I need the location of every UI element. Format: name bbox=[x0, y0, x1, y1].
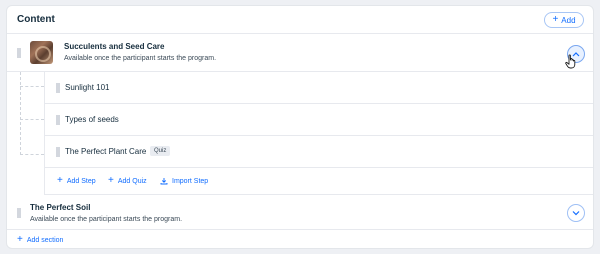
add-button-label: Add bbox=[561, 15, 576, 25]
drag-handle-icon[interactable] bbox=[56, 147, 60, 157]
step-label: The Perfect Plant Care bbox=[65, 147, 147, 156]
add-quiz-label: Add Quiz bbox=[117, 177, 147, 185]
add-step-label: Add Step bbox=[66, 177, 96, 185]
plus-icon: + bbox=[57, 175, 63, 186]
step-label: Sunlight 101 bbox=[65, 83, 110, 92]
drag-handle-icon[interactable] bbox=[17, 48, 21, 58]
step-label: Types of seeds bbox=[65, 115, 119, 124]
add-step-button[interactable]: + Add Step bbox=[57, 175, 96, 186]
section-row[interactable]: Succulents and Seed Care Available once … bbox=[7, 34, 593, 72]
tree-branch bbox=[20, 154, 44, 155]
import-step-label: Import Step bbox=[172, 177, 209, 185]
section-subtitle: Available once the participant starts th… bbox=[30, 216, 183, 223]
expand-button[interactable] bbox=[567, 204, 585, 222]
add-quiz-button[interactable]: + Add Quiz bbox=[108, 175, 147, 186]
step-actions: + Add Step + Add Quiz Import Step bbox=[44, 168, 593, 195]
step-row[interactable]: The Perfect Plant Care Quiz bbox=[44, 136, 593, 168]
plus-icon: + bbox=[17, 234, 23, 245]
plus-icon: + bbox=[552, 14, 559, 25]
section-title: The Perfect Soil bbox=[30, 203, 91, 212]
tree-branch bbox=[20, 86, 44, 87]
section-title: Succulents and Seed Care bbox=[64, 42, 165, 51]
section-thumbnail bbox=[30, 41, 53, 64]
drag-handle-icon[interactable] bbox=[56, 115, 60, 125]
content-panel: Content + Add Succulents and Seed Care A… bbox=[6, 5, 594, 249]
step-row[interactable]: Types of seeds bbox=[44, 104, 593, 136]
import-step-button[interactable]: Import Step bbox=[160, 177, 208, 185]
drag-handle-icon[interactable] bbox=[56, 83, 60, 93]
download-icon bbox=[160, 178, 168, 185]
panel-header: Content + Add bbox=[7, 6, 593, 34]
section-row[interactable]: The Perfect Soil Available once the part… bbox=[7, 195, 593, 230]
add-button[interactable]: + Add bbox=[544, 12, 584, 28]
drag-handle-icon[interactable] bbox=[17, 208, 21, 218]
quiz-badge: Quiz bbox=[150, 146, 171, 156]
plus-icon: + bbox=[108, 175, 114, 186]
tree-branch bbox=[20, 119, 44, 120]
add-section-label: Add section bbox=[26, 236, 64, 244]
chevron-down-icon bbox=[572, 211, 580, 216]
tree-connector bbox=[20, 72, 21, 155]
section-subtitle: Available once the participant starts th… bbox=[64, 55, 217, 62]
page-title: Content bbox=[17, 14, 55, 25]
step-row[interactable]: Sunlight 101 bbox=[44, 72, 593, 104]
add-section-button[interactable]: + Add section bbox=[17, 234, 64, 245]
hand-cursor-icon bbox=[565, 54, 576, 69]
